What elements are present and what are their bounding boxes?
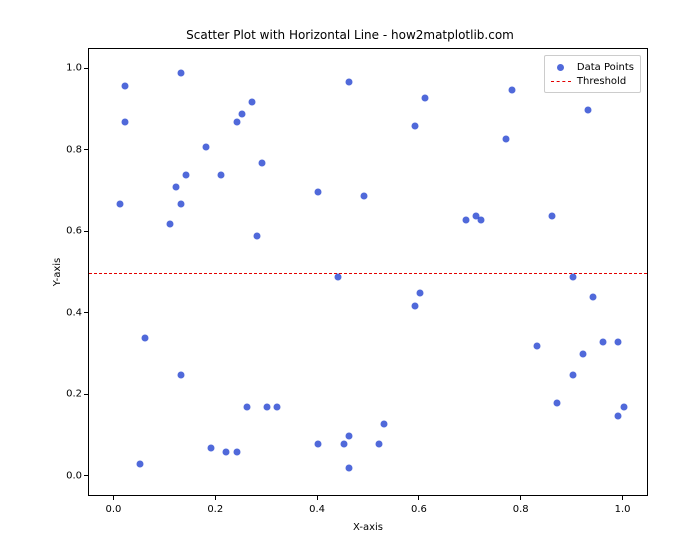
x-tick: [520, 496, 521, 500]
y-tick: [84, 394, 88, 395]
data-point: [534, 343, 541, 350]
data-point: [508, 86, 515, 93]
data-point: [177, 200, 184, 207]
legend-label: Data Points: [577, 62, 634, 73]
figure: Scatter Plot with Horizontal Line - how2…: [0, 0, 700, 560]
x-tick: [113, 496, 114, 500]
data-point: [142, 335, 149, 342]
y-tick: [84, 312, 88, 313]
y-tick-label: 0.8: [58, 144, 82, 155]
x-tick-label: 1.0: [615, 504, 631, 515]
data-point: [121, 119, 128, 126]
data-point: [600, 339, 607, 346]
data-point: [116, 200, 123, 207]
data-point: [315, 441, 322, 448]
data-point: [376, 441, 383, 448]
data-point: [345, 78, 352, 85]
data-point: [569, 274, 576, 281]
data-point: [233, 449, 240, 456]
data-point: [233, 119, 240, 126]
x-tick: [317, 496, 318, 500]
data-point: [243, 404, 250, 411]
data-point: [218, 172, 225, 179]
data-point: [615, 412, 622, 419]
y-tick: [84, 68, 88, 69]
data-point: [569, 371, 576, 378]
threshold-line: [89, 273, 647, 274]
data-point: [340, 441, 347, 448]
data-point: [381, 420, 388, 427]
data-point: [503, 135, 510, 142]
x-axis-label: X-axis: [88, 522, 648, 533]
data-point: [462, 217, 469, 224]
data-point: [223, 449, 230, 456]
x-tick: [622, 496, 623, 500]
x-tick-label: 0.4: [309, 504, 325, 515]
data-point: [203, 143, 210, 150]
dashed-line-icon: [551, 81, 571, 82]
x-tick: [418, 496, 419, 500]
data-point: [345, 465, 352, 472]
data-point: [549, 212, 556, 219]
legend-item-data: Data Points: [551, 60, 634, 74]
data-point: [411, 123, 418, 130]
data-point: [416, 290, 423, 297]
y-tick-label: 0.4: [58, 307, 82, 318]
data-point: [615, 339, 622, 346]
data-point: [554, 400, 561, 407]
data-point: [238, 111, 245, 118]
y-tick: [84, 231, 88, 232]
data-point: [259, 160, 266, 167]
data-point: [590, 294, 597, 301]
data-point: [264, 404, 271, 411]
data-point: [584, 107, 591, 114]
data-point: [172, 184, 179, 191]
legend-label: Threshold: [577, 76, 626, 87]
y-tick-label: 0.2: [58, 389, 82, 400]
data-point: [579, 351, 586, 358]
data-point: [177, 371, 184, 378]
data-point: [248, 98, 255, 105]
legend-item-threshold: Threshold: [551, 74, 634, 88]
y-axis-label: Y-axis: [52, 48, 66, 496]
data-point: [620, 404, 627, 411]
y-tick-label: 0.0: [58, 470, 82, 481]
data-point: [208, 445, 215, 452]
data-point: [345, 432, 352, 439]
x-tick: [215, 496, 216, 500]
dot-icon: [557, 64, 564, 71]
data-point: [411, 302, 418, 309]
data-point: [167, 221, 174, 228]
y-tick: [84, 149, 88, 150]
data-point: [182, 172, 189, 179]
data-point: [136, 461, 143, 468]
x-tick-label: 0.0: [106, 504, 122, 515]
data-point: [274, 404, 281, 411]
data-point: [478, 217, 485, 224]
y-tick-label: 0.6: [58, 226, 82, 237]
plot-area: Data Points Threshold: [88, 48, 648, 496]
data-point: [335, 274, 342, 281]
page-title: Scatter Plot with Horizontal Line - how2…: [0, 28, 700, 42]
data-point: [177, 70, 184, 77]
x-tick-label: 0.2: [207, 504, 223, 515]
x-tick-label: 0.8: [513, 504, 529, 515]
y-tick-label: 1.0: [58, 63, 82, 74]
data-point: [360, 192, 367, 199]
y-tick: [84, 475, 88, 476]
data-point: [422, 94, 429, 101]
legend: Data Points Threshold: [544, 55, 641, 93]
data-point: [254, 233, 261, 240]
x-tick-label: 0.6: [411, 504, 427, 515]
data-point: [121, 82, 128, 89]
data-point: [315, 188, 322, 195]
